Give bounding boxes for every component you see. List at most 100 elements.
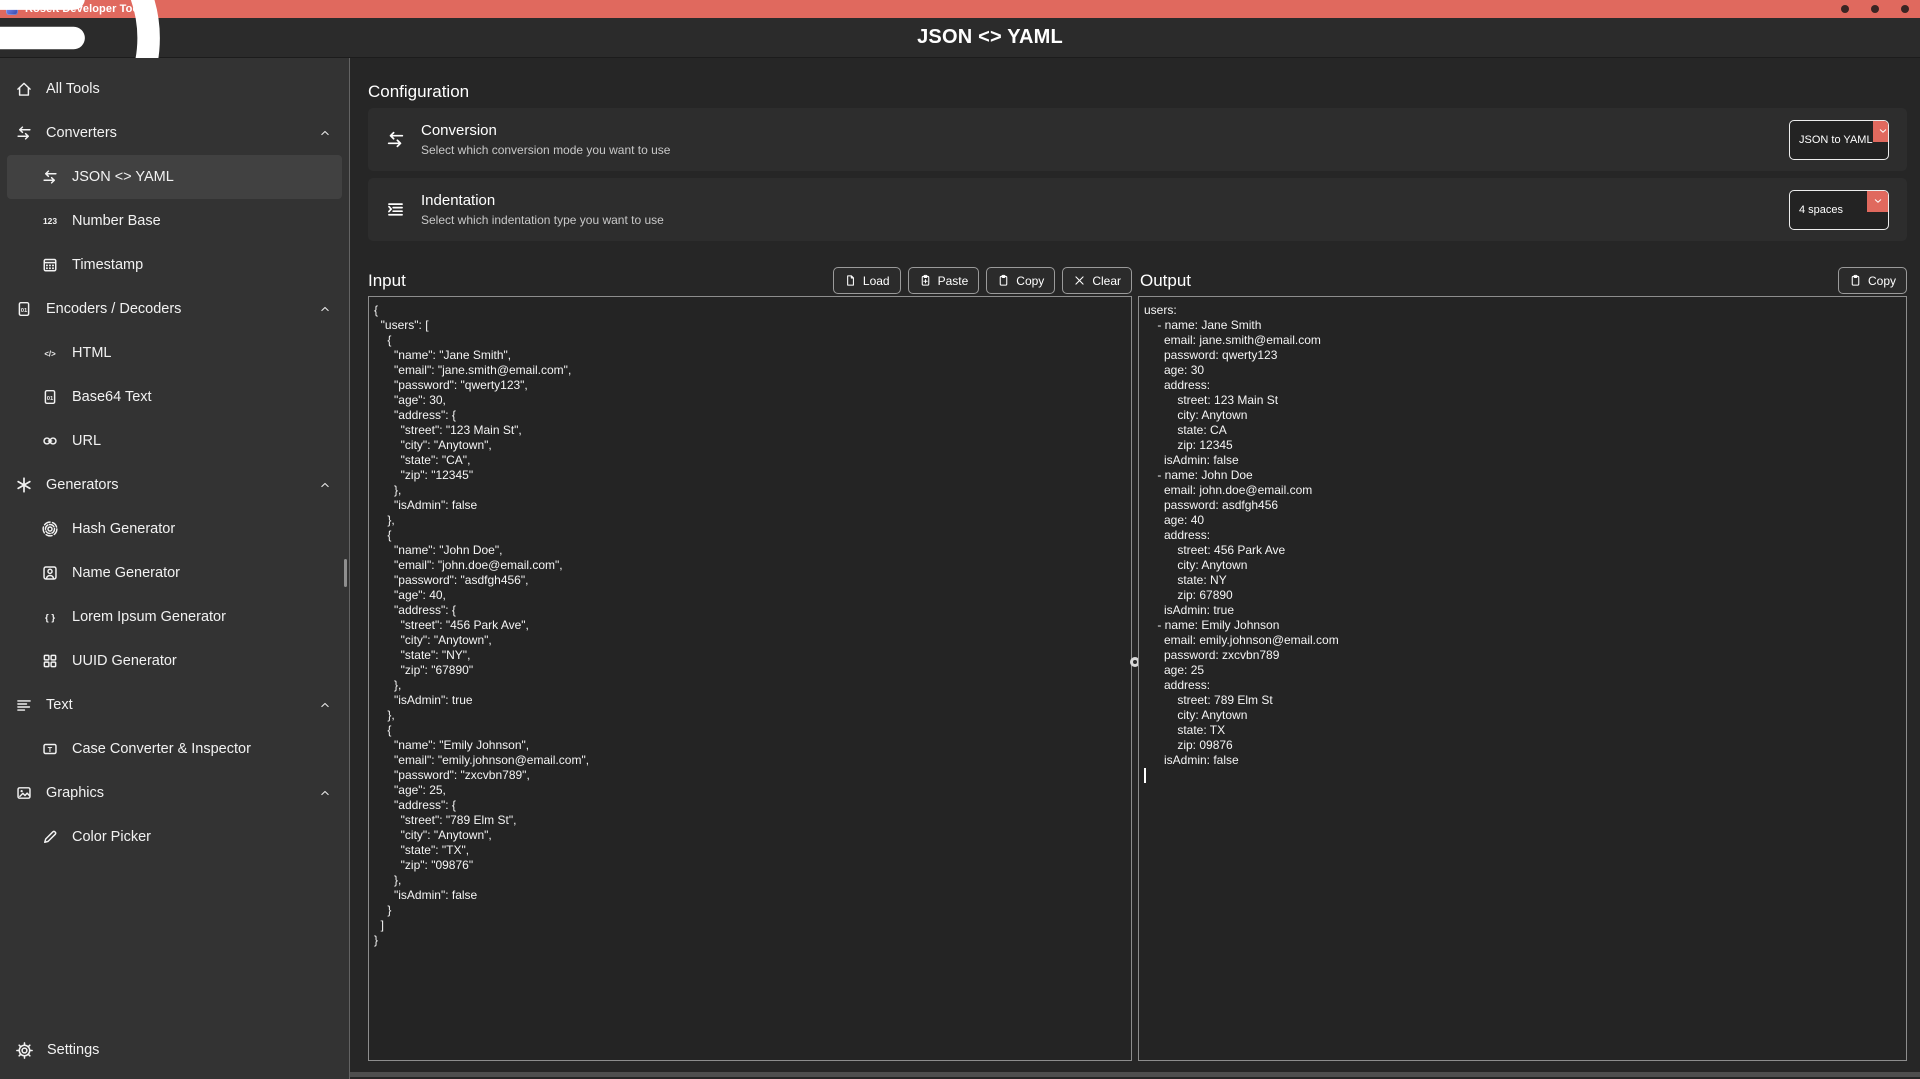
main-content: Configuration Conversion Select which con… xyxy=(350,58,1920,1079)
sidebar-item-color-picker[interactable]: Color Picker xyxy=(0,815,349,859)
sidebar-item-url[interactable]: URL xyxy=(0,419,349,463)
titlebar: Roselt Developer Tools xyxy=(0,0,1920,18)
text-lines-icon xyxy=(15,696,33,714)
text-caret xyxy=(1144,768,1146,783)
svg-text:123: 123 xyxy=(43,216,57,226)
letter-case-icon: T xyxy=(41,740,59,758)
code-icon: </> xyxy=(41,344,59,362)
app-header: JSON <> YAML xyxy=(0,18,1920,57)
paste-button[interactable]: Paste xyxy=(908,267,980,294)
grid-icon xyxy=(41,652,59,670)
maximize-button[interactable] xyxy=(1871,5,1879,13)
indentation-dropdown[interactable]: 4 spaces xyxy=(1789,190,1889,230)
sidebar-item-timestamp[interactable]: Timestamp xyxy=(0,243,349,287)
chevron-up-icon xyxy=(318,302,332,316)
chevron-up-icon xyxy=(318,126,332,140)
editor-panes: { "users": [ { "name": "Jane Smith", "em… xyxy=(368,296,1907,1061)
clipboard-plus-icon xyxy=(919,274,932,287)
sidebar-item-encoders-decoders[interactable]: 01Encoders / Decoders xyxy=(0,287,349,331)
indentation-setting-card: Indentation Select which indentation type… xyxy=(368,178,1907,241)
copy-button[interactable]: Copy xyxy=(986,267,1055,294)
asterisk-icon xyxy=(15,476,33,494)
svg-text:01: 01 xyxy=(47,396,54,402)
swap-icon xyxy=(41,168,59,186)
input-header: Input Load PasteCopy Clear xyxy=(368,267,1132,294)
input-toolbar: Load PasteCopy Clear xyxy=(833,267,1132,294)
io-header: Input LoadPasteCopyClear Output Copy xyxy=(368,266,1907,296)
link-icon xyxy=(41,432,59,450)
image-icon xyxy=(15,784,33,802)
conversion-card-subtitle: Select which conversion mode you want to… xyxy=(421,143,670,157)
svg-text:T: T xyxy=(48,745,53,754)
sidebar-item-graphics[interactable]: Graphics xyxy=(0,771,349,815)
gear-icon xyxy=(15,1041,34,1060)
conversion-dropdown-value: JSON to YAML xyxy=(1790,121,1873,159)
number-123-icon: 123 xyxy=(41,212,59,230)
binary-file-icon: 01 xyxy=(15,300,33,318)
home-icon xyxy=(15,80,33,98)
sidebar-item-hash-generator[interactable]: Hash Generator xyxy=(0,507,349,551)
copy-button[interactable]: Copy xyxy=(1838,267,1907,294)
chevron-down-icon xyxy=(1867,191,1888,212)
conversion-card-title: Conversion xyxy=(421,122,670,139)
configuration-title: Configuration xyxy=(368,82,1907,101)
input-editor[interactable]: { "users": [ { "name": "Jane Smith", "em… xyxy=(368,296,1132,1061)
calendar-icon xyxy=(41,256,59,274)
clear-button[interactable]: Clear xyxy=(1062,267,1132,294)
minimize-button[interactable] xyxy=(1841,5,1849,13)
sidebar-item-name-generator[interactable]: Name Generator xyxy=(0,551,349,595)
footer xyxy=(368,1061,1907,1079)
svg-text:{ }: { } xyxy=(45,612,55,623)
swap-icon xyxy=(385,129,406,150)
indentation-card-title: Indentation xyxy=(421,192,664,209)
file-icon xyxy=(844,274,857,287)
window-controls xyxy=(1841,5,1909,13)
configuration-cards: Conversion Select which conversion mode y… xyxy=(368,108,1907,241)
sidebar-item-generators[interactable]: Generators xyxy=(0,463,349,507)
sidebar-item-base64-text[interactable]: 01Base64 Text xyxy=(0,375,349,419)
svg-text:01: 01 xyxy=(21,308,28,314)
output-code: users: - name: Jane Smith email: jane.sm… xyxy=(1144,303,1901,768)
indentation-dropdown-value: 4 spaces xyxy=(1790,191,1867,229)
input-title: Input xyxy=(368,271,406,290)
input-code: { "users": [ { "name": "Jane Smith", "em… xyxy=(374,303,1126,948)
sidebar-item-html[interactable]: </>HTML xyxy=(0,331,349,375)
swap-icon xyxy=(15,124,33,142)
sidebar-item-settings[interactable]: Settings xyxy=(0,1028,348,1072)
sidebar-item-uuid-generator[interactable]: UUID Generator xyxy=(0,639,349,683)
conversion-dropdown[interactable]: JSON to YAML xyxy=(1789,120,1889,160)
chevron-down-icon xyxy=(1873,121,1889,142)
page-title: JSON <> YAML xyxy=(60,26,1920,49)
chevron-up-icon xyxy=(318,786,332,800)
indentation-card-subtitle: Select which indentation type you want t… xyxy=(421,213,664,227)
output-editor[interactable]: users: - name: Jane Smith email: jane.sm… xyxy=(1138,296,1907,1061)
sidebar-item-lorem-ipsum-generator[interactable]: { }Lorem Ipsum Generator xyxy=(0,595,349,639)
horizontal-scrollbar[interactable] xyxy=(350,1072,1920,1077)
sidebar-nav: All ToolsConvertersJSON <> YAML123Number… xyxy=(0,67,349,859)
clipboard-icon xyxy=(1849,274,1862,287)
chevron-up-icon xyxy=(318,478,332,492)
sidebar-item-json-yaml[interactable]: JSON <> YAML xyxy=(7,155,342,199)
output-title: Output xyxy=(1140,271,1191,290)
output-header: Output Copy xyxy=(1138,267,1907,294)
menu-button[interactable] xyxy=(9,24,37,52)
pen-icon xyxy=(41,828,59,846)
sidebar-item-number-base[interactable]: 123Number Base xyxy=(0,199,349,243)
sidebar-item-text[interactable]: Text xyxy=(0,683,349,727)
sidebar-item-all-tools[interactable]: All Tools xyxy=(0,67,349,111)
binary-file-icon: 01 xyxy=(41,388,59,406)
load-button[interactable]: Load xyxy=(833,267,901,294)
clipboard-icon xyxy=(997,274,1010,287)
sidebar-scrollbar-thumb[interactable] xyxy=(344,559,347,587)
x-icon xyxy=(1073,274,1086,287)
conversion-setting-card: Conversion Select which conversion mode y… xyxy=(368,108,1907,171)
close-button[interactable] xyxy=(1901,5,1909,13)
output-toolbar: Copy xyxy=(1838,267,1907,294)
fingerprint-icon xyxy=(41,520,59,538)
person-icon xyxy=(41,564,59,582)
sidebar-item-converters[interactable]: Converters xyxy=(0,111,349,155)
sidebar-item-case-converter-inspector[interactable]: TCase Converter & Inspector xyxy=(0,727,349,771)
braces-icon: { } xyxy=(41,608,59,626)
chevron-up-icon xyxy=(318,698,332,712)
svg-text:</>: </> xyxy=(44,349,56,358)
